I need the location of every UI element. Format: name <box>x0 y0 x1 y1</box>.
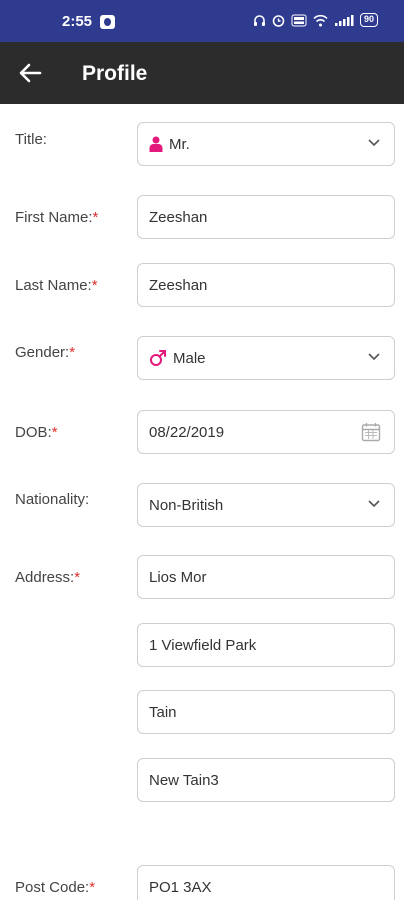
app-bar: Profile <box>0 42 404 104</box>
last-name-label: Last Name:* <box>15 277 98 294</box>
address-line2-input[interactable] <box>149 636 349 654</box>
post-code-label: Post Code:* <box>15 879 96 896</box>
first-name-input[interactable] <box>149 208 349 226</box>
nationality-select[interactable]: Non-British <box>137 483 395 527</box>
address-line3-field[interactable] <box>137 690 395 734</box>
required-marker: * <box>51 424 58 441</box>
chevron-down-icon <box>368 139 380 147</box>
required-marker: * <box>74 569 81 586</box>
required-marker: * <box>69 344 76 361</box>
post-code-field[interactable] <box>137 865 395 900</box>
alarm-icon <box>272 14 285 27</box>
status-bar: 2:55 90 <box>0 0 404 42</box>
gender-label: Gender:* <box>15 344 76 361</box>
chevron-down-icon <box>368 500 380 508</box>
headphones-icon <box>253 14 265 26</box>
battery-icon: 90 <box>359 13 378 27</box>
last-name-input[interactable] <box>149 276 349 294</box>
page-title: Profile <box>82 62 148 85</box>
address-line4-input[interactable] <box>149 771 349 789</box>
nationality-label: Nationality: <box>15 491 90 508</box>
dob-field[interactable]: 08/22/2019 <box>137 410 395 454</box>
dob-label: DOB:* <box>15 424 58 441</box>
title-label: Title: <box>15 131 47 148</box>
status-icons: 90 <box>253 13 378 27</box>
required-marker: * <box>92 209 99 226</box>
status-time: 2:55 <box>62 13 93 30</box>
gender-value: Male <box>173 349 206 367</box>
title-value: Mr. <box>169 135 190 153</box>
post-code-input[interactable] <box>149 878 349 896</box>
address-line4-field[interactable] <box>137 758 395 802</box>
gender-select[interactable]: Male <box>137 336 395 380</box>
back-arrow-icon[interactable] <box>18 62 42 84</box>
address-line1-input[interactable] <box>149 568 349 586</box>
wifi-icon <box>313 14 328 26</box>
data-speed-icon <box>291 14 307 26</box>
person-icon <box>149 136 163 152</box>
first-name-field[interactable] <box>137 195 395 239</box>
title-select[interactable]: Mr. <box>137 122 395 166</box>
address-line2-field[interactable] <box>137 623 395 667</box>
chevron-down-icon <box>368 353 380 361</box>
dob-value: 08/22/2019 <box>149 423 225 441</box>
notification-app-icon <box>100 15 115 29</box>
required-marker: * <box>91 277 98 294</box>
signal-icon <box>334 14 354 26</box>
nationality-value: Non-British <box>149 496 224 514</box>
address-line3-input[interactable] <box>149 703 349 721</box>
last-name-field[interactable] <box>137 263 395 307</box>
male-icon <box>149 349 167 367</box>
calendar-icon[interactable] <box>361 422 381 442</box>
address-label: Address:* <box>15 569 81 586</box>
address-line1-field[interactable] <box>137 555 395 599</box>
required-marker: * <box>89 879 96 896</box>
first-name-label: First Name:* <box>15 209 99 226</box>
